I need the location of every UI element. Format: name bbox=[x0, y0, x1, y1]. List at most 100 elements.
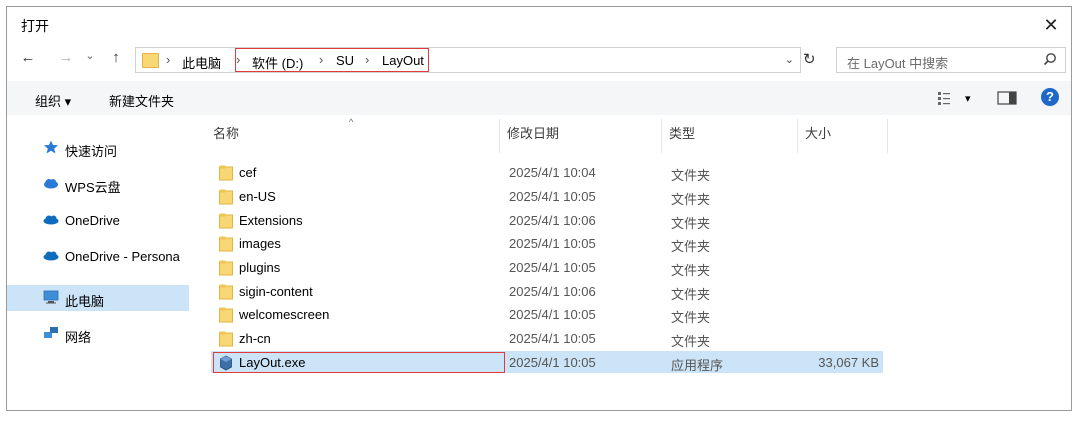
column-divider[interactable] bbox=[887, 119, 888, 153]
new-folder-button[interactable]: 新建文件夹 bbox=[109, 91, 174, 110]
sidebar-item-label: 快速访问 bbox=[65, 144, 118, 159]
folder-icon bbox=[219, 284, 233, 300]
close-icon[interactable]: ✕ bbox=[1039, 13, 1063, 37]
file-type: 文件夹 bbox=[671, 216, 711, 231]
sidebar-item-label: 网络 bbox=[65, 330, 92, 345]
address-dropdown-icon[interactable]: ⌄ bbox=[785, 53, 794, 66]
sidebar-item-onedrive-personal[interactable]: OneDrive - Persona bbox=[7, 243, 189, 269]
column-header-type[interactable]: 类型 bbox=[669, 123, 695, 142]
file-type: 文件夹 bbox=[671, 168, 711, 183]
breadcrumb-separator: › bbox=[166, 52, 171, 67]
file-name: sigin-content bbox=[239, 284, 313, 299]
file-name: images bbox=[239, 236, 281, 251]
search-icon bbox=[1043, 53, 1056, 66]
table-row[interactable]: en-US 2025/4/1 10:05 文件夹 bbox=[211, 185, 883, 207]
help-icon[interactable]: ? bbox=[1041, 88, 1059, 106]
file-type: 文件夹 bbox=[671, 310, 711, 325]
file-type: 文件夹 bbox=[671, 287, 711, 302]
sidebar-item-label: 此电脑 bbox=[65, 294, 105, 309]
file-highlight-box bbox=[213, 352, 505, 373]
file-modified: 2025/4/1 10:05 bbox=[509, 189, 596, 204]
search-placeholder: 在 LayOut 中搜索 bbox=[847, 56, 949, 71]
onedrive-icon bbox=[43, 251, 59, 261]
refresh-icon[interactable]: ↻ bbox=[803, 50, 816, 68]
folder-icon bbox=[219, 331, 233, 347]
column-header-name[interactable]: 名称 bbox=[213, 123, 239, 142]
file-modified: 2025/4/1 10:05 bbox=[509, 260, 596, 275]
up-arrow-icon[interactable]: ↑ bbox=[107, 49, 125, 66]
file-name: en-US bbox=[239, 189, 276, 204]
column-divider[interactable] bbox=[797, 119, 798, 153]
file-modified: 2025/4/1 10:06 bbox=[509, 213, 596, 228]
folder-icon bbox=[219, 213, 233, 229]
breadcrumb-this-pc[interactable]: 此电脑 bbox=[182, 53, 221, 72]
onedrive-icon bbox=[43, 215, 59, 225]
sidebar-item-onedrive[interactable]: OneDrive bbox=[7, 207, 189, 233]
table-row[interactable]: welcomescreen 2025/4/1 10:05 文件夹 bbox=[211, 303, 883, 325]
back-arrow-icon[interactable]: ← bbox=[19, 49, 37, 66]
sort-ascending-icon: ^ bbox=[349, 117, 354, 127]
file-list: 名称 ^ 修改日期 类型 大小 cef 2025/4/1 10:04 文件夹 e… bbox=[207, 117, 1071, 410]
navigation-bar: ← → ⌄ ↑ › 此电脑 › 软件 (D:) › SU › LayOut ⌄ … bbox=[7, 45, 1071, 75]
file-name: welcomescreen bbox=[239, 307, 330, 322]
file-modified: 2025/4/1 10:05 bbox=[509, 331, 596, 346]
sidebar-item-label: OneDrive - Persona bbox=[65, 249, 180, 264]
navigation-pane: 快速访问 WPS云盘 OneDrive OneDrive - Persona 此… bbox=[7, 119, 189, 410]
sidebar-item-quick-access[interactable]: 快速访问 bbox=[7, 135, 189, 161]
folder-icon bbox=[219, 260, 233, 276]
file-name: cef bbox=[239, 165, 257, 180]
file-type: 文件夹 bbox=[671, 263, 711, 278]
file-size: 33,067 KB bbox=[818, 355, 879, 370]
folder-icon bbox=[219, 307, 233, 323]
column-divider[interactable] bbox=[661, 119, 662, 153]
file-name: plugins bbox=[239, 260, 281, 275]
file-modified: 2025/4/1 10:04 bbox=[509, 165, 596, 180]
file-type: 文件夹 bbox=[671, 239, 711, 254]
open-file-dialog: 打开 ✕ ← → ⌄ ↑ › 此电脑 › 软件 (D:) › SU › LayO… bbox=[6, 6, 1072, 411]
organize-menu[interactable]: 组织 ▾ bbox=[35, 91, 71, 110]
search-box[interactable]: 在 LayOut 中搜索 bbox=[836, 47, 1066, 73]
path-highlight-box bbox=[235, 48, 429, 72]
file-type: 文件夹 bbox=[671, 334, 711, 349]
table-row[interactable]: cef 2025/4/1 10:04 文件夹 bbox=[211, 161, 883, 183]
computer-icon bbox=[43, 290, 59, 304]
column-header-size[interactable]: 大小 bbox=[805, 123, 831, 142]
forward-arrow-icon[interactable]: → bbox=[57, 49, 75, 66]
table-row[interactable]: Extensions 2025/4/1 10:06 文件夹 bbox=[211, 209, 883, 231]
column-divider[interactable] bbox=[499, 119, 500, 153]
star-icon bbox=[44, 140, 58, 154]
file-name: Extensions bbox=[239, 213, 303, 228]
file-type: 应用程序 bbox=[671, 358, 724, 373]
window-title: 打开 bbox=[21, 18, 49, 34]
file-type: 文件夹 bbox=[671, 192, 711, 207]
file-name: zh-cn bbox=[239, 331, 271, 346]
table-row[interactable]: plugins 2025/4/1 10:05 文件夹 bbox=[211, 256, 883, 278]
file-modified: 2025/4/1 10:05 bbox=[509, 355, 596, 370]
table-row[interactable]: images 2025/4/1 10:05 文件夹 bbox=[211, 232, 883, 254]
sidebar-item-label: OneDrive bbox=[65, 213, 120, 228]
sidebar-item-label: WPS云盘 bbox=[65, 180, 121, 195]
folder-icon bbox=[142, 53, 159, 68]
recent-locations-chevron-icon[interactable]: ⌄ bbox=[81, 49, 99, 62]
column-header-modified[interactable]: 修改日期 bbox=[507, 123, 559, 142]
folder-icon bbox=[219, 236, 233, 252]
file-modified: 2025/4/1 10:05 bbox=[509, 307, 596, 322]
view-options-icon[interactable] bbox=[937, 90, 959, 106]
file-modified: 2025/4/1 10:06 bbox=[509, 284, 596, 299]
address-bar[interactable]: › 此电脑 › 软件 (D:) › SU › LayOut ⌄ bbox=[135, 47, 801, 73]
folder-icon bbox=[219, 189, 233, 205]
sidebar-item-this-pc[interactable]: 此电脑 bbox=[7, 285, 189, 311]
sidebar-item-wps-cloud[interactable]: WPS云盘 bbox=[7, 171, 189, 197]
folder-icon bbox=[219, 165, 233, 181]
table-row-selected[interactable]: LayOut.exe 2025/4/1 10:05 应用程序 33,067 KB bbox=[211, 351, 883, 373]
sidebar-item-network[interactable]: 网络 bbox=[7, 321, 189, 347]
network-icon bbox=[44, 327, 58, 338]
cloud-icon bbox=[44, 179, 58, 189]
preview-pane-icon[interactable] bbox=[997, 90, 1017, 106]
command-bar: 组织 ▾ 新建文件夹 ▾ ? bbox=[7, 81, 1071, 115]
title-bar: 打开 ✕ bbox=[7, 7, 1071, 43]
table-row[interactable]: sigin-content 2025/4/1 10:06 文件夹 bbox=[211, 280, 883, 302]
table-row[interactable]: zh-cn 2025/4/1 10:05 文件夹 bbox=[211, 327, 883, 349]
file-modified: 2025/4/1 10:05 bbox=[509, 236, 596, 251]
view-dropdown-icon[interactable]: ▾ bbox=[965, 92, 971, 105]
